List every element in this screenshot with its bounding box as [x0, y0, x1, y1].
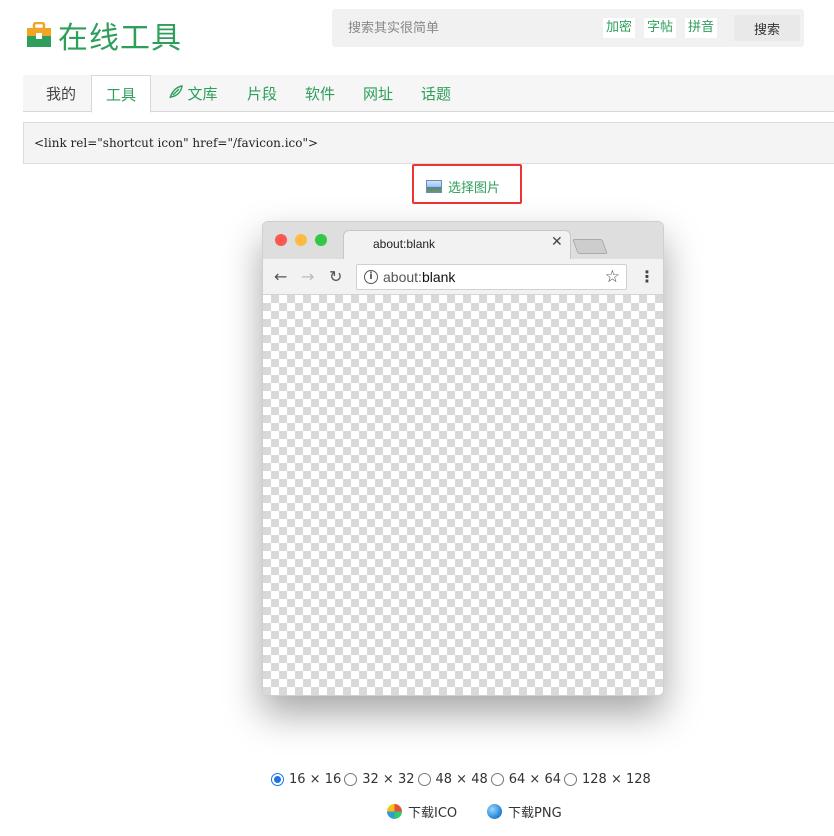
logo-text: 在线工具 [58, 21, 182, 56]
quick-link-encrypt[interactable]: 加密 [603, 18, 636, 38]
star-icon: ☆ [604, 267, 620, 287]
address-text: about:blank [383, 269, 456, 285]
site-logo[interactable]: 在线工具 [26, 13, 182, 57]
quick-link-pinyin[interactable]: 拼音 [685, 18, 718, 38]
browser-preview: about:blank ✕ ← → ↻ i about:blank ☆ ⋮ [262, 221, 664, 696]
info-icon: i [364, 270, 378, 284]
select-image-label: 选择图片 [448, 181, 501, 196]
tab-snippets[interactable]: 片段 [239, 75, 285, 112]
radio-128[interactable] [564, 773, 577, 786]
size-label-32: 32 × 32 [362, 772, 415, 787]
size-option-128[interactable]: 128 × 128 [564, 772, 651, 787]
browser-titlebar: about:blank ✕ [263, 222, 663, 260]
size-option-64[interactable]: 64 × 64 [490, 772, 561, 787]
size-option-32[interactable]: 32 × 32 [344, 772, 415, 787]
tab-urls[interactable]: 网址 [355, 75, 401, 112]
tab-software[interactable]: 软件 [297, 75, 343, 112]
size-label-16: 16 × 16 [289, 772, 342, 787]
search-input[interactable] [340, 15, 580, 41]
download-ico-link[interactable]: 下载ICO [387, 802, 457, 821]
select-image-button[interactable]: 选择图片 [412, 164, 522, 204]
tab-library-label: 文库 [187, 85, 218, 103]
search-bar: 加密 字帖 拼音 搜索 [332, 9, 804, 47]
size-option-16[interactable]: 16 × 16 [271, 772, 341, 787]
radio-64[interactable] [490, 773, 504, 786]
tab-tools[interactable]: 工具 [91, 75, 151, 113]
radio-16[interactable] [271, 773, 284, 786]
close-icon: ✕ [551, 234, 563, 250]
download-png-link[interactable]: 下载PNG [487, 802, 562, 821]
browser-toolbar: ← → ↻ i about:blank ☆ ⋮ [263, 259, 663, 295]
windows-icon [387, 804, 402, 819]
size-label-48: 48 × 48 [435, 772, 488, 787]
size-label-128: 128 × 128 [582, 772, 651, 787]
size-label-64: 64 × 64 [508, 772, 561, 787]
close-dot-icon [275, 234, 287, 246]
toolbox-icon [26, 21, 52, 48]
search-button[interactable]: 搜索 [734, 15, 800, 41]
menu-icon: ⋮ [639, 267, 655, 286]
main-nav: 我的 工具 文库 片段 软件 网址 话题 [23, 75, 834, 113]
new-tab-icon [572, 239, 608, 254]
quick-link-copybook[interactable]: 字帖 [644, 18, 677, 38]
size-options: 16 × 16 32 × 32 48 × 48 64 × 64 128 × 12… [271, 772, 654, 787]
tab-library[interactable]: 文库 [163, 75, 223, 112]
maximize-dot-icon [315, 234, 327, 246]
reload-icon: ↻ [329, 267, 343, 286]
radio-48[interactable] [417, 773, 431, 786]
address-bar: i about:blank ☆ [356, 264, 627, 290]
globe-icon [487, 804, 502, 819]
code-snippet-box[interactable]: <link rel="shortcut icon" href="/favicon… [23, 122, 834, 164]
tab-mine[interactable]: 我的 [36, 75, 86, 112]
leaf-icon [168, 76, 184, 114]
size-option-48[interactable]: 48 × 48 [417, 772, 488, 787]
minimize-dot-icon [295, 234, 307, 246]
download-ico-label: 下载ICO [408, 806, 458, 821]
image-icon [426, 180, 442, 193]
back-icon: ← [274, 267, 288, 286]
favicon-preview-area [263, 295, 663, 695]
download-png-label: 下载PNG [508, 806, 562, 821]
tab-topics[interactable]: 话题 [413, 75, 459, 112]
radio-32[interactable] [344, 773, 358, 786]
search-button-wrap: 搜索 [730, 9, 804, 47]
forward-icon: → [301, 267, 315, 286]
browser-tab-title: about:blank [373, 237, 436, 251]
code-snippet-text: <link rel="shortcut icon" href="/favicon… [34, 136, 319, 150]
